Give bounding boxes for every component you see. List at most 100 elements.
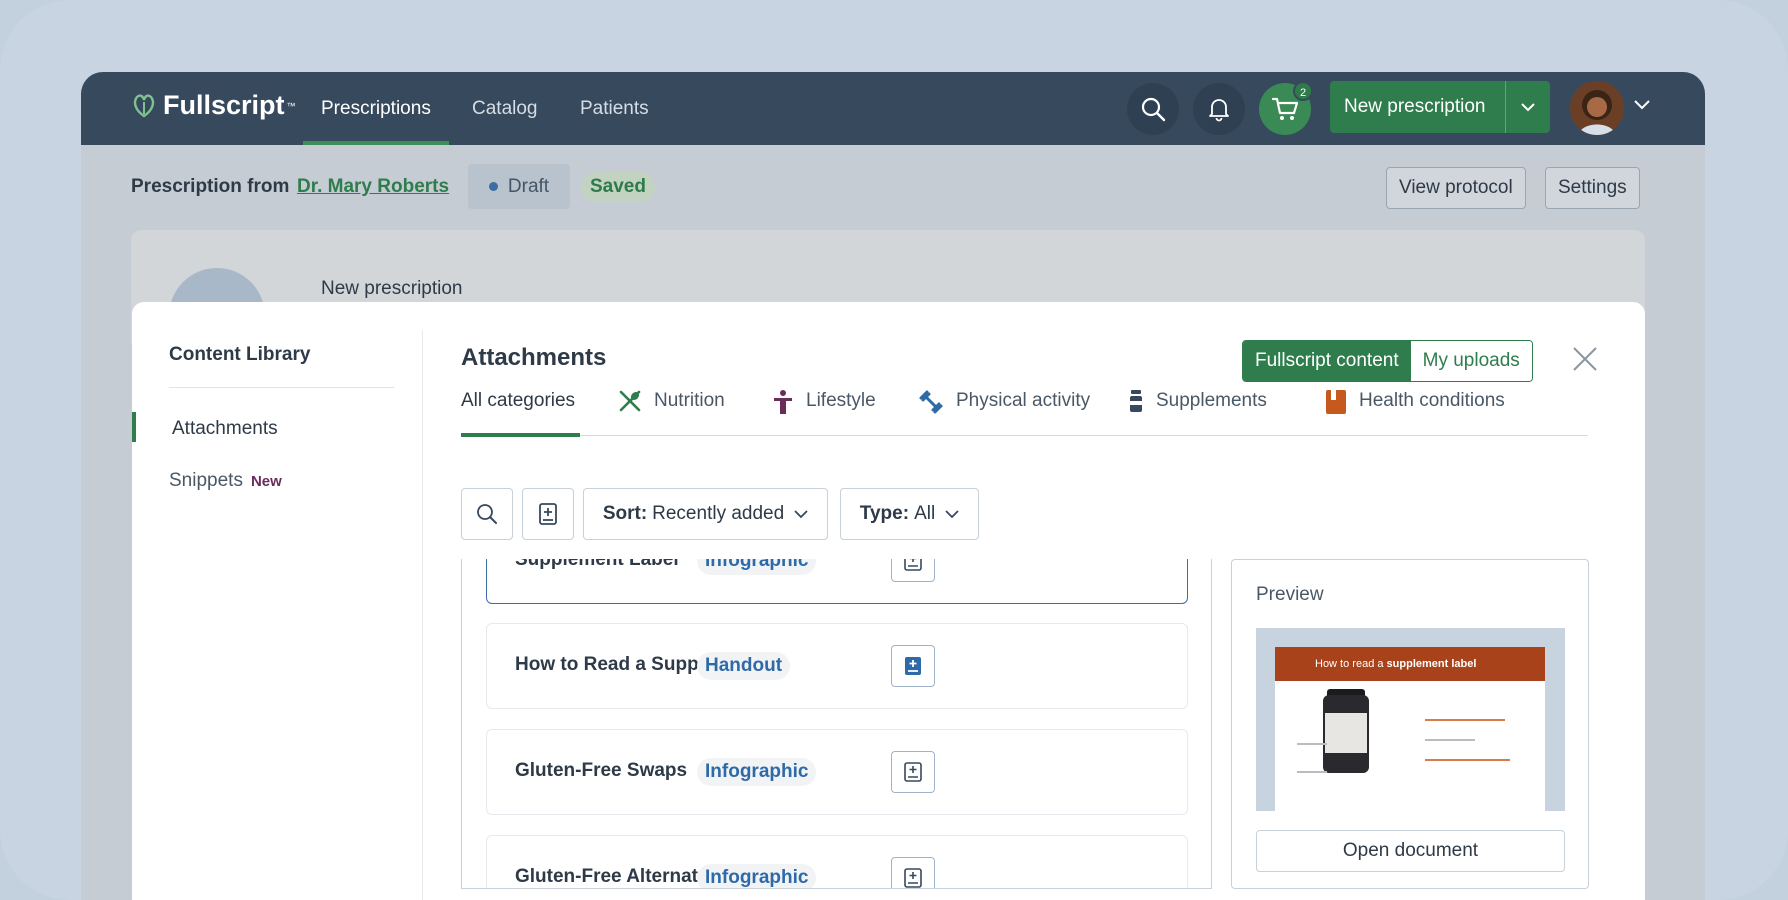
attachment-name: How to Read a Supp...: [515, 654, 715, 675]
attachment-type-tag: Infographic: [697, 559, 817, 575]
attachment-type-tag: Infographic: [697, 758, 817, 786]
account-chevron-icon[interactable]: [1634, 100, 1650, 110]
sidebar-item-attachments[interactable]: Attachments: [132, 412, 278, 442]
chevron-down-icon: [945, 509, 959, 518]
close-icon[interactable]: [1572, 346, 1598, 372]
tab-my-uploads[interactable]: My uploads: [1410, 341, 1532, 381]
bottle-label: [1325, 713, 1367, 753]
book-icon: [1326, 390, 1346, 414]
supplement-bottle-icon: [1130, 390, 1142, 412]
cart-icon: [1271, 97, 1299, 120]
tab-all-categories-label: All categories: [461, 390, 576, 411]
tab-health-conditions-label: Health conditions: [1359, 390, 1505, 411]
cart-count-badge: 2: [1293, 81, 1313, 101]
sort-dropdown[interactable]: Sort: Recently added: [583, 488, 828, 540]
user-photo-icon: [1570, 81, 1624, 135]
new-prescription-dropdown[interactable]: [1506, 102, 1550, 112]
user-avatar[interactable]: [1570, 81, 1624, 135]
tab-physical-activity[interactable]: Physical activity: [918, 388, 1090, 436]
leaf-logo-icon: [133, 93, 155, 117]
add-document-icon: [904, 762, 922, 782]
attachment-name: Gluten-Free Swaps: [515, 760, 688, 781]
draft-status: Draft: [468, 164, 570, 209]
add-attachment-button[interactable]: [522, 488, 574, 540]
chevron-down-icon: [1521, 102, 1535, 111]
nav-patients[interactable]: Patients: [580, 72, 649, 145]
tab-health-conditions[interactable]: Health conditions: [1325, 388, 1505, 436]
content-library-title: Content Library: [169, 344, 311, 365]
doctor-link[interactable]: Dr. Mary Roberts: [297, 176, 449, 198]
top-navigation: Fullscript ™ Prescriptions Catalog Patien…: [81, 72, 1705, 145]
sort-value: Recently added: [652, 503, 785, 524]
list-item[interactable]: Supplement Label Infographic: [486, 559, 1188, 604]
device-frame: Fullscript ™ Prescriptions Catalog Patien…: [0, 0, 1788, 900]
sort-label: Sort:: [602, 503, 648, 524]
document-thumbnail[interactable]: How to read a supplement label: [1256, 628, 1565, 811]
cart-button[interactable]: 2: [1259, 81, 1313, 135]
document-header: How to read a supplement label: [1275, 647, 1545, 681]
nav-catalog[interactable]: Catalog: [472, 72, 538, 145]
content-library-modal: Content Library Attachments Snippets New …: [132, 302, 1645, 900]
attachment-type-tag: Infographic: [697, 864, 817, 888]
add-to-prescription-button[interactable]: [891, 857, 935, 888]
search-icon: [1141, 97, 1166, 122]
tab-lifestyle[interactable]: Lifestyle: [772, 388, 876, 436]
sidebar-separator: [422, 330, 423, 900]
source-toggle: Fullscript content My uploads: [1242, 340, 1533, 382]
callout-line: [1297, 743, 1327, 745]
search-button[interactable]: [1127, 83, 1179, 135]
callout-line: [1425, 739, 1475, 741]
chevron-down-icon: [794, 509, 808, 518]
saved-badge: Saved: [581, 172, 655, 202]
add-document-icon: [539, 503, 557, 525]
prescription-from-label: Prescription from: [131, 176, 290, 197]
tab-supplements-label: Supplements: [1156, 390, 1267, 411]
new-badge: New: [250, 473, 282, 490]
add-to-prescription-button[interactable]: [891, 559, 935, 582]
trademark: ™: [286, 100, 296, 111]
attachment-name: Gluten-Free Alternat...: [515, 866, 714, 887]
preview-panel: Preview How to read a supplement label O…: [1231, 559, 1589, 889]
brand-logo[interactable]: Fullscript ™: [131, 90, 296, 121]
sidebar-item-snippets[interactable]: Snippets New: [169, 470, 282, 492]
added-document-icon: [905, 657, 921, 675]
new-prescription-button[interactable]: New prescription: [1330, 96, 1505, 118]
sidebar-divider: [169, 387, 394, 388]
tab-fullscript-content[interactable]: Fullscript content: [1243, 341, 1411, 381]
bell-icon: [1209, 99, 1229, 122]
callout-line: [1425, 719, 1505, 721]
tab-nutrition-label: Nutrition: [654, 390, 725, 411]
add-document-icon: [904, 868, 922, 888]
type-value: All: [914, 503, 936, 524]
brand-name: Fullscript: [163, 90, 285, 120]
settings-button[interactable]: Settings: [1545, 167, 1640, 209]
open-document-button[interactable]: Open document: [1256, 830, 1565, 872]
fork-knife-icon: [619, 390, 641, 412]
add-to-prescription-button[interactable]: [891, 751, 935, 793]
status-dot-icon: [488, 182, 498, 191]
category-tabs: All categories Nutrition Lifestyle Physi…: [461, 388, 1588, 437]
search-toggle-button[interactable]: [461, 488, 513, 540]
list-item[interactable]: Gluten-Free Swaps Infographic: [486, 729, 1188, 815]
list-item[interactable]: How to Read a Supp... Handout: [486, 623, 1188, 709]
draft-label: Draft: [507, 175, 550, 197]
document-page: How to read a supplement label: [1275, 647, 1545, 811]
tab-supplements[interactable]: Supplements: [1128, 388, 1267, 436]
person-icon: [774, 390, 792, 414]
view-protocol-button[interactable]: View protocol: [1386, 167, 1526, 209]
tab-all-categories[interactable]: All categories: [461, 388, 580, 437]
attachments-title: Attachments: [461, 344, 607, 371]
nav-prescriptions[interactable]: Prescriptions: [303, 72, 449, 145]
preview-title: Preview: [1256, 584, 1324, 605]
list-item[interactable]: Gluten-Free Alternat... Infographic: [486, 835, 1188, 888]
type-label: Type:: [859, 503, 910, 524]
callout-line: [1297, 771, 1327, 773]
new-prescription-split-button: New prescription: [1330, 81, 1550, 133]
type-dropdown[interactable]: Type: All: [840, 488, 979, 540]
notifications-button[interactable]: [1193, 83, 1245, 135]
tab-nutrition[interactable]: Nutrition: [618, 388, 725, 436]
add-to-prescription-button[interactable]: [891, 645, 935, 687]
attachment-list[interactable]: Supplement Label Infographic How to Read…: [461, 559, 1212, 889]
callout-line: [1425, 759, 1510, 761]
tab-lifestyle-label: Lifestyle: [806, 390, 876, 411]
